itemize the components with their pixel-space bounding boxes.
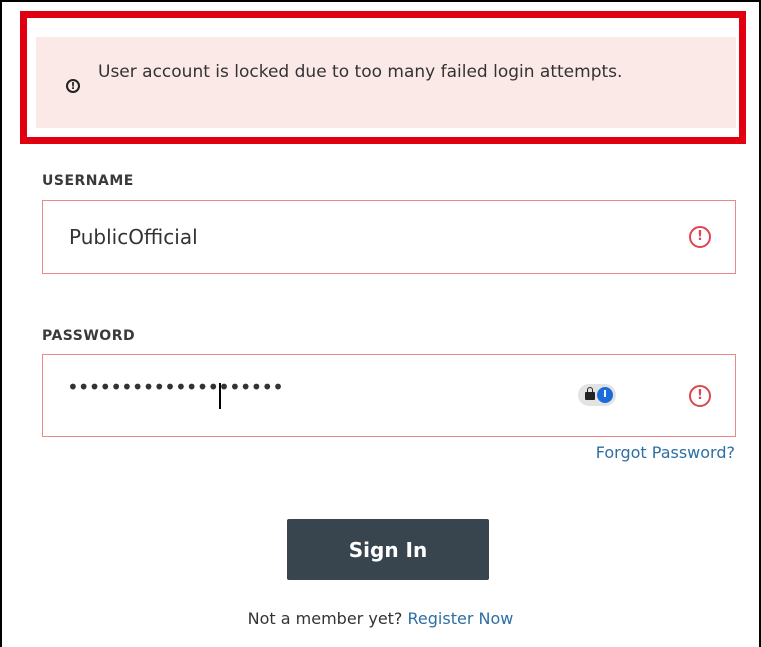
register-prompt-text: Not a member yet? xyxy=(247,609,403,628)
error-alert: ! User account is locked due to too many… xyxy=(36,37,736,128)
username-value: PublicOfficial xyxy=(69,225,198,249)
register-now-link[interactable]: Register Now xyxy=(408,609,514,628)
sign-in-button[interactable]: Sign In xyxy=(287,519,489,580)
username-label: USERNAME xyxy=(42,173,134,189)
forgot-password-link[interactable]: Forgot Password? xyxy=(596,443,735,462)
username-field[interactable]: PublicOfficial ! xyxy=(42,200,736,274)
password-field[interactable]: •••••••••••••••••••• I ! xyxy=(42,354,736,437)
password-manager-icon[interactable]: I xyxy=(578,384,616,406)
register-prompt: Not a member yet? Register Now xyxy=(0,609,761,628)
onepassword-icon: I xyxy=(597,387,613,403)
exclamation-circle-icon: ! xyxy=(66,79,80,93)
password-label: PASSWORD xyxy=(42,328,136,344)
error-circle-icon: ! xyxy=(689,385,711,407)
text-caret xyxy=(219,383,221,409)
lock-icon xyxy=(585,387,595,400)
password-value: •••••••••••••••••••• xyxy=(67,375,284,399)
error-circle-icon: ! xyxy=(689,226,711,248)
alert-message: User account is locked due to too many f… xyxy=(98,62,623,82)
